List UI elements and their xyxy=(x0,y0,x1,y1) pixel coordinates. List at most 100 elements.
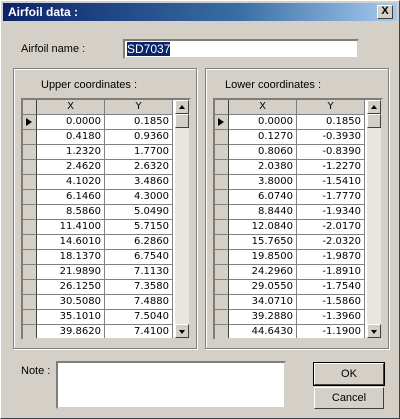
row-indicator[interactable] xyxy=(215,130,229,145)
row-indicator[interactable] xyxy=(23,280,37,295)
table-row[interactable]: 24.2960 -1.8910 xyxy=(215,265,365,280)
y-cell[interactable]: -2.0320 xyxy=(297,235,365,250)
lower-vertical-scrollbar[interactable] xyxy=(367,100,381,338)
y-cell[interactable]: 4.3000 xyxy=(105,190,173,205)
table-row[interactable]: 29.0550 -1.7540 xyxy=(215,280,365,295)
table-row[interactable]: 15.7650 -2.0320 xyxy=(215,235,365,250)
x-cell[interactable]: 0.0000 xyxy=(229,115,297,130)
y-cell[interactable]: 7.3580 xyxy=(105,280,173,295)
table-row[interactable]: 6.0740 -1.7770 xyxy=(215,190,365,205)
x-cell[interactable]: 18.1370 xyxy=(37,250,105,265)
x-cell[interactable]: 11.4100 xyxy=(37,220,105,235)
x-cell[interactable]: 0.4180 xyxy=(37,130,105,145)
table-row[interactable]: 2.0380 -1.2270 xyxy=(215,160,365,175)
row-indicator[interactable] xyxy=(215,295,229,310)
column-header-y[interactable]: Y xyxy=(297,100,365,115)
table-row[interactable]: 26.1250 7.3580 xyxy=(23,280,173,295)
table-row[interactable]: 0.0000 0.1850 xyxy=(215,115,365,130)
column-header-x[interactable]: X xyxy=(229,100,297,115)
row-indicator[interactable] xyxy=(23,145,37,160)
current-row-indicator[interactable] xyxy=(215,115,229,130)
title-bar[interactable]: Airfoil data : X xyxy=(3,3,397,21)
row-indicator[interactable] xyxy=(215,280,229,295)
row-indicator[interactable] xyxy=(215,205,229,220)
x-cell[interactable]: 12.0840 xyxy=(229,220,297,235)
row-indicator[interactable] xyxy=(23,235,37,250)
y-cell[interactable]: 7.5040 xyxy=(105,310,173,325)
table-row[interactable]: 30.5080 7.4880 xyxy=(23,295,173,310)
upper-scroll-up-button[interactable] xyxy=(175,100,189,114)
x-cell[interactable]: 15.7650 xyxy=(229,235,297,250)
row-indicator[interactable] xyxy=(23,175,37,190)
table-row[interactable]: 14.6010 6.2860 xyxy=(23,235,173,250)
y-cell[interactable]: 5.7150 xyxy=(105,220,173,235)
upper-vertical-scrollbar[interactable] xyxy=(175,100,189,338)
table-row[interactable]: 11.4100 5.7150 xyxy=(23,220,173,235)
x-cell[interactable]: 26.1250 xyxy=(37,280,105,295)
table-row[interactable]: 18.1370 6.7540 xyxy=(23,250,173,265)
y-cell[interactable]: -1.5860 xyxy=(297,295,365,310)
table-row[interactable]: 39.8620 7.4100 xyxy=(23,325,173,338)
table-row[interactable]: 0.8060 -0.8390 xyxy=(215,145,365,160)
x-cell[interactable]: 2.0380 xyxy=(229,160,297,175)
y-cell[interactable]: 0.1850 xyxy=(105,115,173,130)
table-row[interactable]: 4.1020 3.4860 xyxy=(23,175,173,190)
x-cell[interactable]: 2.4620 xyxy=(37,160,105,175)
lower-scroll-down-button[interactable] xyxy=(367,324,381,338)
table-row[interactable]: 34.0710 -1.5860 xyxy=(215,295,365,310)
y-cell[interactable]: 7.1130 xyxy=(105,265,173,280)
y-cell[interactable]: 7.4100 xyxy=(105,325,173,338)
row-indicator[interactable] xyxy=(215,265,229,280)
row-indicator[interactable] xyxy=(215,250,229,265)
current-row-indicator[interactable] xyxy=(23,115,37,130)
row-indicator[interactable] xyxy=(215,325,229,338)
x-cell[interactable]: 39.8620 xyxy=(37,325,105,338)
table-row[interactable]: 44.6430 -1.1900 xyxy=(215,325,365,338)
column-header-x[interactable]: X xyxy=(37,100,105,115)
x-cell[interactable]: 4.1020 xyxy=(37,175,105,190)
lower-scroll-up-button[interactable] xyxy=(367,100,381,114)
y-cell[interactable]: 5.0490 xyxy=(105,205,173,220)
table-row[interactable]: 2.4620 2.6320 xyxy=(23,160,173,175)
table-row[interactable]: 0.1270 -0.3930 xyxy=(215,130,365,145)
x-cell[interactable]: 39.2880 xyxy=(229,310,297,325)
lower-coordinates-grid[interactable]: X Y 0.0000 0.1850 0.1270 -0.3930 0.8060 -0.8390… xyxy=(213,98,383,340)
y-cell[interactable]: 2.6320 xyxy=(105,160,173,175)
upper-scroll-down-button[interactable] xyxy=(175,324,189,338)
x-cell[interactable]: 21.9890 xyxy=(37,265,105,280)
x-cell[interactable]: 3.8000 xyxy=(229,175,297,190)
y-cell[interactable]: 7.4880 xyxy=(105,295,173,310)
x-cell[interactable]: 0.1270 xyxy=(229,130,297,145)
row-indicator[interactable] xyxy=(215,160,229,175)
y-cell[interactable]: 6.2860 xyxy=(105,235,173,250)
y-cell[interactable]: -1.1900 xyxy=(297,325,365,338)
y-cell[interactable]: -1.9340 xyxy=(297,205,365,220)
y-cell[interactable]: -0.8390 xyxy=(297,145,365,160)
y-cell[interactable]: 6.7540 xyxy=(105,250,173,265)
y-cell[interactable]: 0.1850 xyxy=(297,115,365,130)
ok-button[interactable]: OK xyxy=(313,362,385,386)
table-row[interactable]: 3.8000 -1.5410 xyxy=(215,175,365,190)
x-cell[interactable]: 14.6010 xyxy=(37,235,105,250)
row-indicator[interactable] xyxy=(23,325,37,338)
row-indicator[interactable] xyxy=(23,250,37,265)
cancel-button[interactable]: Cancel xyxy=(314,387,384,409)
row-indicator[interactable] xyxy=(23,220,37,235)
x-cell[interactable]: 34.0710 xyxy=(229,295,297,310)
x-cell[interactable]: 19.8500 xyxy=(229,250,297,265)
row-indicator[interactable] xyxy=(23,130,37,145)
y-cell[interactable]: 1.7700 xyxy=(105,145,173,160)
y-cell[interactable]: -1.9870 xyxy=(297,250,365,265)
table-row[interactable]: 0.0000 0.1850 xyxy=(23,115,173,130)
x-cell[interactable]: 0.8060 xyxy=(229,145,297,160)
row-indicator[interactable] xyxy=(23,160,37,175)
row-indicator[interactable] xyxy=(23,205,37,220)
airfoil-name-input[interactable]: SD7037 xyxy=(123,39,359,59)
y-cell[interactable]: -2.0170 xyxy=(297,220,365,235)
table-row[interactable]: 0.4180 0.9360 xyxy=(23,130,173,145)
x-cell[interactable]: 6.0740 xyxy=(229,190,297,205)
column-header-y[interactable]: Y xyxy=(105,100,173,115)
table-row[interactable]: 39.2880 -1.3960 xyxy=(215,310,365,325)
y-cell[interactable]: 0.9360 xyxy=(105,130,173,145)
y-cell[interactable]: -1.2270 xyxy=(297,160,365,175)
